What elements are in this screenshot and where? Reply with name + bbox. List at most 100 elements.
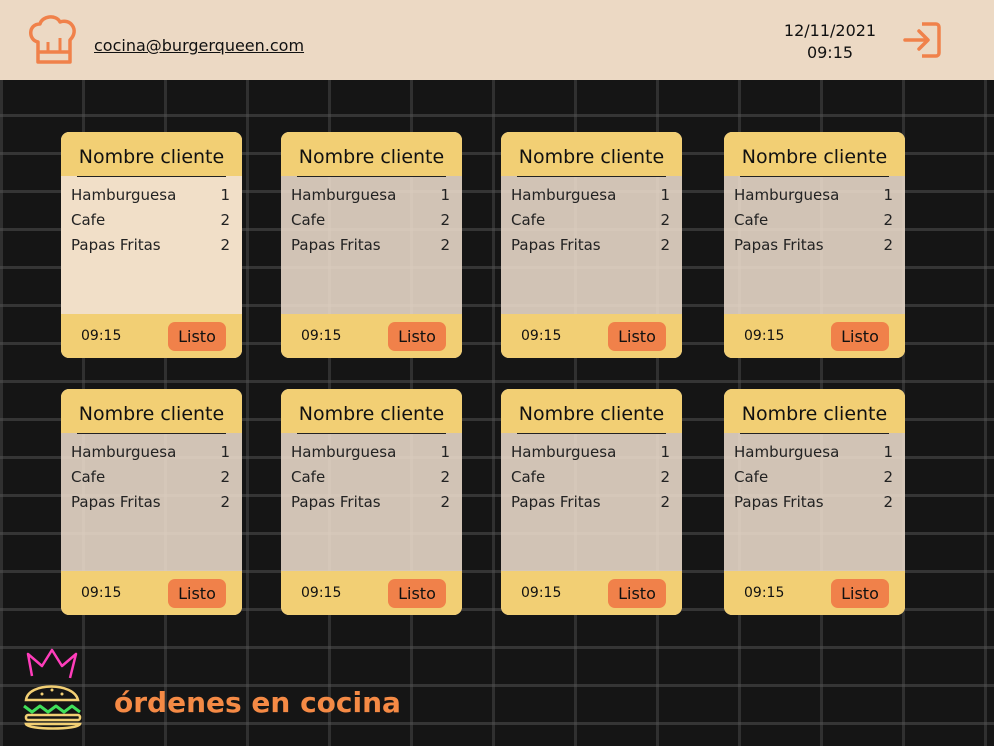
order-item: Cafe 2	[734, 208, 893, 233]
order-card: Nombre cliente Hamburguesa 1 Cafe 2 Papa…	[501, 389, 682, 615]
order-items-list: Hamburguesa 1 Cafe 2 Papas Fritas 2	[724, 434, 905, 515]
order-item: Papas Fritas 2	[734, 233, 893, 258]
item-name: Papas Fritas	[71, 493, 161, 511]
item-quantity: 2	[440, 468, 450, 486]
order-items-list: Hamburguesa 1 Cafe 2 Papas Fritas 2	[61, 434, 242, 515]
order-item: Cafe 2	[734, 465, 893, 490]
item-quantity: 2	[220, 468, 230, 486]
item-quantity: 2	[440, 493, 450, 511]
item-name: Hamburguesa	[511, 186, 617, 204]
item-quantity: 2	[660, 236, 670, 254]
order-item: Cafe 2	[291, 208, 450, 233]
item-name: Cafe	[291, 211, 326, 229]
item-quantity: 2	[660, 468, 670, 486]
item-quantity: 1	[440, 186, 450, 204]
item-name: Papas Fritas	[291, 236, 381, 254]
order-item: Papas Fritas 2	[71, 233, 230, 258]
order-item: Hamburguesa 1	[291, 183, 450, 208]
customer-name: Nombre cliente	[61, 132, 242, 176]
item-name: Papas Fritas	[734, 493, 824, 511]
card-footer: 09:15 Listo	[724, 571, 905, 615]
order-items-list: Hamburguesa 1 Cafe 2 Papas Fritas 2	[281, 177, 462, 258]
logout-icon[interactable]	[900, 18, 944, 62]
chef-hat-icon	[29, 15, 76, 64]
order-item: Hamburguesa 1	[734, 440, 893, 465]
ready-button[interactable]: Listo	[388, 321, 446, 351]
item-quantity: 2	[220, 211, 230, 229]
order-items-list: Hamburguesa 1 Cafe 2 Papas Fritas 2	[501, 177, 682, 258]
order-items-list: Hamburguesa 1 Cafe 2 Papas Fritas 2	[281, 434, 462, 515]
item-name: Hamburguesa	[734, 186, 840, 204]
item-quantity: 2	[660, 211, 670, 229]
customer-name: Nombre cliente	[281, 389, 462, 433]
item-name: Cafe	[71, 468, 106, 486]
item-name: Papas Fritas	[734, 236, 824, 254]
order-item: Papas Fritas 2	[291, 233, 450, 258]
item-quantity: 2	[660, 493, 670, 511]
order-item: Cafe 2	[71, 465, 230, 490]
ready-button[interactable]: Listo	[168, 321, 226, 351]
order-card: Nombre cliente Hamburguesa 1 Cafe 2 Papa…	[501, 132, 682, 358]
ready-button[interactable]: Listo	[831, 321, 889, 351]
item-quantity: 2	[440, 211, 450, 229]
burger-crown-logo-icon	[23, 648, 82, 730]
order-card: Nombre cliente Hamburguesa 1 Cafe 2 Papa…	[724, 132, 905, 358]
order-items-list: Hamburguesa 1 Cafe 2 Papas Fritas 2	[61, 177, 242, 258]
item-quantity: 1	[440, 443, 450, 461]
item-quantity: 2	[883, 211, 893, 229]
order-time: 09:15	[744, 585, 785, 601]
customer-name: Nombre cliente	[724, 132, 905, 176]
card-footer: 09:15 Listo	[61, 571, 242, 615]
order-item: Papas Fritas 2	[734, 490, 893, 515]
item-name: Papas Fritas	[291, 493, 381, 511]
item-quantity: 2	[883, 468, 893, 486]
item-name: Hamburguesa	[71, 443, 177, 461]
ready-button[interactable]: Listo	[168, 578, 226, 608]
order-item: Hamburguesa 1	[734, 183, 893, 208]
item-name: Hamburguesa	[734, 443, 840, 461]
item-quantity: 1	[660, 186, 670, 204]
customer-name: Nombre cliente	[501, 132, 682, 176]
order-card: Nombre cliente Hamburguesa 1 Cafe 2 Papa…	[61, 389, 242, 615]
user-email-link[interactable]: cocina@burgerqueen.com	[94, 36, 304, 55]
ready-button[interactable]: Listo	[388, 578, 446, 608]
customer-name: Nombre cliente	[61, 389, 242, 433]
order-time: 09:15	[301, 328, 342, 344]
card-footer: 09:15 Listo	[61, 314, 242, 358]
item-quantity: 1	[220, 186, 230, 204]
item-quantity: 2	[220, 236, 230, 254]
order-card: Nombre cliente Hamburguesa 1 Cafe 2 Papa…	[61, 132, 242, 358]
item-name: Papas Fritas	[511, 236, 601, 254]
order-card: Nombre cliente Hamburguesa 1 Cafe 2 Papa…	[724, 389, 905, 615]
customer-name: Nombre cliente	[281, 132, 462, 176]
item-name: Cafe	[291, 468, 326, 486]
item-quantity: 2	[440, 236, 450, 254]
date-time: 12/11/2021 09:15	[780, 20, 880, 64]
ready-button[interactable]: Listo	[608, 321, 666, 351]
ready-button[interactable]: Listo	[608, 578, 666, 608]
item-name: Papas Fritas	[511, 493, 601, 511]
item-name: Hamburguesa	[291, 186, 397, 204]
item-name: Cafe	[71, 211, 106, 229]
item-quantity: 1	[220, 443, 230, 461]
order-item: Hamburguesa 1	[71, 183, 230, 208]
card-footer: 09:15 Listo	[501, 314, 682, 358]
item-quantity: 2	[883, 236, 893, 254]
item-name: Cafe	[511, 211, 546, 229]
order-item: Papas Fritas 2	[511, 490, 670, 515]
customer-name: Nombre cliente	[724, 389, 905, 433]
current-date: 12/11/2021	[783, 21, 877, 40]
order-items-list: Hamburguesa 1 Cafe 2 Papas Fritas 2	[501, 434, 682, 515]
item-quantity: 2	[220, 493, 230, 511]
item-name: Cafe	[734, 211, 769, 229]
item-name: Hamburguesa	[511, 443, 617, 461]
order-time: 09:15	[81, 585, 122, 601]
order-item: Cafe 2	[511, 465, 670, 490]
item-name: Cafe	[511, 468, 546, 486]
order-item: Cafe 2	[291, 465, 450, 490]
ready-button[interactable]: Listo	[831, 578, 889, 608]
order-card: Nombre cliente Hamburguesa 1 Cafe 2 Papa…	[281, 389, 462, 615]
item-name: Cafe	[734, 468, 769, 486]
item-name: Hamburguesa	[71, 186, 177, 204]
order-time: 09:15	[301, 585, 342, 601]
